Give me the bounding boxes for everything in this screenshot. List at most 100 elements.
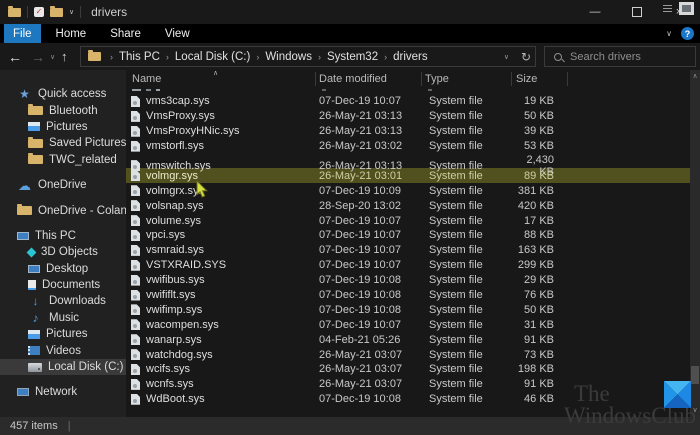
details-view-button[interactable] — [661, 2, 674, 15]
document-icon — [28, 280, 36, 290]
file-date-modified: 28-Sep-20 13:02 — [315, 200, 421, 212]
minimize-button[interactable]: — — [574, 0, 616, 24]
sidebar-item-quick-access[interactable]: ★Quick access — [0, 86, 126, 102]
file-row[interactable]: WdBoot.sys07-Dec-19 10:08System file46 K… — [126, 392, 690, 407]
recent-locations-icon[interactable]: ∨ — [50, 43, 55, 70]
address-bar[interactable]: ›This PC›Local Disk (C:)›Windows›System3… — [80, 46, 536, 67]
tab-home[interactable]: Home — [47, 24, 96, 43]
file-date-modified: 07-Dec-19 10:09 — [315, 185, 421, 197]
maximize-icon — [632, 7, 642, 17]
scroll-down-icon[interactable]: ∨ — [690, 406, 700, 414]
computer-icon — [17, 232, 29, 240]
maximize-button[interactable] — [616, 0, 658, 24]
address-dropdown-icon[interactable]: ∨ — [504, 53, 509, 61]
system-file-icon — [131, 290, 140, 301]
refresh-icon[interactable]: ↻ — [521, 50, 531, 64]
sidebar-item-saved-pictures[interactable]: Saved Pictures — [0, 135, 126, 151]
breadcrumb-separator-icon[interactable]: › — [252, 52, 263, 62]
sidebar-item-downloads[interactable]: ↓Downloads — [0, 293, 126, 309]
file-row[interactable]: vpci.sys07-Dec-19 10:07System file88 KB — [126, 228, 690, 243]
breadcrumb-separator-icon[interactable]: › — [106, 52, 117, 62]
search-box[interactable]: Search drivers — [544, 46, 696, 67]
breadcrumb-separator-icon[interactable]: › — [314, 52, 325, 62]
file-row[interactable]: wacompen.sys07-Dec-19 10:07System file31… — [126, 317, 690, 332]
sidebar-item-local-disk-c-[interactable]: Local Disk (C:) — [0, 359, 126, 375]
file-row[interactable]: vmstorfl.sys26-May-21 03:02System file53… — [126, 139, 690, 154]
thumbnail-view-button[interactable] — [679, 2, 694, 15]
column-separator[interactable] — [421, 72, 422, 86]
sidebar-item-documents[interactable]: Documents — [0, 277, 126, 293]
column-separator[interactable] — [315, 72, 316, 86]
file-row[interactable]: volmgrx.sys07-Dec-19 10:09System file381… — [126, 183, 690, 198]
sidebar-item-onedrive[interactable]: ☁OneDrive — [0, 177, 126, 193]
file-row[interactable]: VmsProxyHNic.sys26-May-21 03:13System fi… — [126, 124, 690, 139]
help-icon[interactable]: ? — [681, 27, 694, 40]
sidebar-item-videos[interactable]: Videos — [0, 342, 126, 358]
status-separator: | — [68, 420, 71, 432]
system-file-icon — [131, 334, 140, 345]
file-date-modified: 07-Dec-19 10:08 — [315, 274, 421, 286]
sidebar-item-onedrive-colantuon[interactable]: OneDrive - Colantuon — [0, 202, 126, 218]
file-row[interactable]: vms3cap.sys07-Dec-19 10:07System file19 … — [126, 94, 690, 109]
sidebar-item-bluetooth[interactable]: Bluetooth — [0, 102, 126, 118]
new-folder-icon[interactable] — [50, 8, 63, 17]
column-header-name[interactable]: Name — [132, 73, 161, 85]
file-row[interactable]: wcnfs.sys26-May-21 03:07System file91 KB — [126, 377, 690, 392]
column-header-type[interactable]: Type — [425, 73, 449, 85]
file-row[interactable]: VmsProxy.sys26-May-21 03:13System file50… — [126, 109, 690, 124]
file-name: wacompen.sys — [146, 319, 219, 331]
breadcrumb-item[interactable]: Windows — [263, 51, 314, 63]
file-name: watchdog.sys — [146, 349, 213, 361]
scroll-up-icon[interactable]: ∧ — [690, 72, 700, 80]
file-row[interactable]: vwifimp.sys07-Dec-19 10:08System file50 … — [126, 302, 690, 317]
column-separator[interactable] — [567, 72, 568, 86]
file-row[interactable]: volsnap.sys28-Sep-20 13:02System file420… — [126, 198, 690, 213]
scrollbar-thumb[interactable] — [691, 366, 699, 384]
forward-button[interactable]: → — [31, 43, 45, 70]
qat-dropdown-icon[interactable]: ∨ — [69, 8, 74, 16]
sidebar-item-music[interactable]: ♪Music — [0, 310, 126, 326]
file-row[interactable]: wanarp.sys04-Feb-21 05:26System file91 K… — [126, 332, 690, 347]
file-date-modified: 26-May-21 03:01 — [315, 170, 421, 182]
folder-icon — [28, 139, 43, 148]
sidebar-item-label: Music — [49, 312, 79, 324]
expand-ribbon-icon[interactable]: ∨ — [666, 29, 672, 38]
file-row[interactable]: VSTXRAID.SYS07-Dec-19 10:07System file29… — [126, 258, 690, 273]
file-row[interactable]: vwififlt.sys07-Dec-19 10:08System file76… — [126, 288, 690, 303]
sidebar-item-3d-objects[interactable]: 3D Objects — [0, 244, 126, 260]
sidebar-item-desktop[interactable]: Desktop — [0, 261, 126, 277]
sidebar-item-pictures[interactable]: Pictures — [0, 119, 126, 135]
file-row[interactable]: wcifs.sys26-May-21 03:07System file198 K… — [126, 362, 690, 377]
sidebar-item-network[interactable]: Network — [0, 384, 126, 400]
column-header-date-modified[interactable]: Date modified — [319, 73, 387, 85]
properties-icon[interactable]: ✓ — [34, 7, 44, 17]
breadcrumb-item[interactable]: Local Disk (C:) — [173, 51, 252, 63]
sidebar-item-pictures[interactable]: Pictures — [0, 326, 126, 342]
breadcrumb-separator-icon[interactable]: › — [162, 52, 173, 62]
file-list-pane: Name ∧ Date modified Type Size vms3cap.s… — [126, 70, 690, 417]
sidebar-item-this-pc[interactable]: This PC — [0, 228, 126, 244]
file-row[interactable]: watchdog.sys26-May-21 03:07System file73… — [126, 347, 690, 362]
up-button[interactable]: ↑ — [61, 43, 68, 70]
file-row[interactable]: volmgr.sys26-May-21 03:01System file89 K… — [126, 168, 690, 183]
vertical-scrollbar[interactable]: ∧ ∨ — [690, 70, 700, 417]
sidebar-item-label: OneDrive - Colantuon — [38, 205, 126, 217]
breadcrumb-separator-icon[interactable]: › — [380, 52, 391, 62]
sidebar-item-twc-related[interactable]: TWC_related — [0, 152, 126, 168]
file-row[interactable]: vwifibus.sys07-Dec-19 10:08System file29… — [126, 273, 690, 288]
breadcrumb-item[interactable]: This PC — [117, 51, 162, 63]
column-header-size[interactable]: Size — [516, 73, 537, 85]
file-row[interactable]: vsmraid.sys07-Dec-19 10:07System file163… — [126, 243, 690, 258]
file-type: System file — [421, 349, 511, 361]
tab-share[interactable]: Share — [101, 24, 150, 43]
breadcrumb-item[interactable]: System32 — [325, 51, 380, 63]
qat-separator — [80, 6, 81, 18]
file-row[interactable]: volume.sys07-Dec-19 10:07System file17 K… — [126, 213, 690, 228]
tab-view[interactable]: View — [156, 24, 199, 43]
back-button[interactable]: ← — [8, 43, 22, 70]
tab-file[interactable]: File — [4, 24, 41, 43]
breadcrumb-item[interactable]: drivers — [391, 51, 430, 63]
file-name: volume.sys — [146, 215, 201, 227]
column-separator[interactable] — [511, 72, 512, 86]
file-row[interactable]: vmswitch.sys26-May-21 03:13System file2,… — [126, 154, 690, 169]
